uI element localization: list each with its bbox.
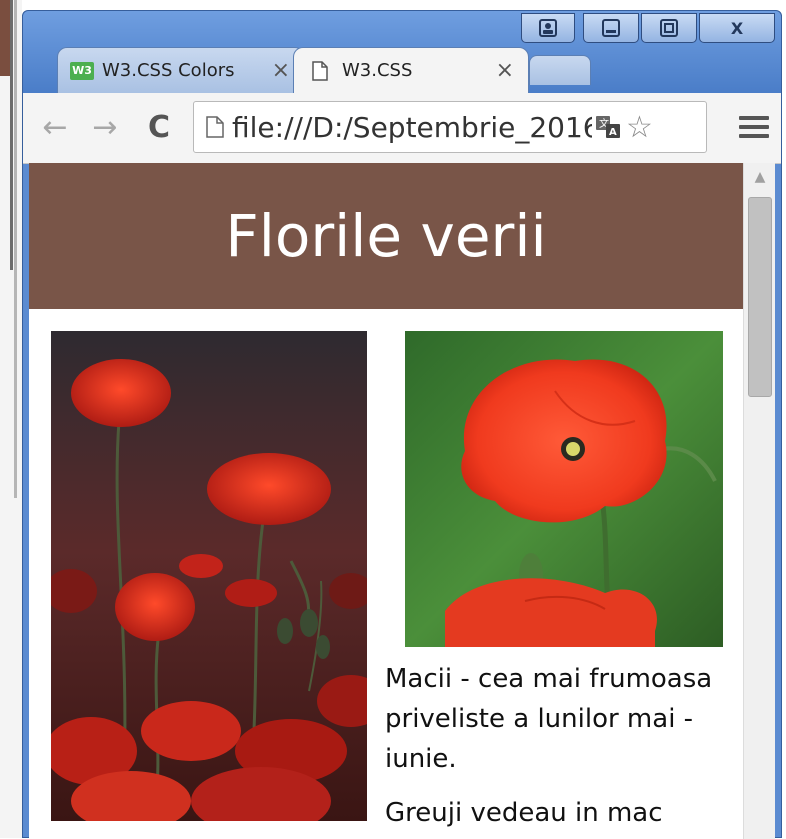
close-window-button[interactable]: X <box>699 13 775 43</box>
poppies-field-image <box>51 331 367 821</box>
menu-icon-bar <box>739 116 769 120</box>
page-title: Florile verii <box>225 202 547 270</box>
address-bar[interactable]: file:///D:/Septembrie_2016/w3css_flori.h… <box>193 101 707 153</box>
minimize-button[interactable] <box>583 13 639 43</box>
menu-icon-bar <box>739 125 769 129</box>
browser-toolbar: ← → C file:///D:/Septembrie_2016/w3css_f… <box>23 93 781 164</box>
window-controls: X <box>521 13 775 43</box>
desktop-divider <box>14 0 17 498</box>
caption-text: Macii - cea mai frumoasa priveliste a lu… <box>385 664 713 774</box>
arrow-left-icon: ← <box>42 109 68 145</box>
menu-button[interactable] <box>739 107 769 147</box>
minimize-icon <box>602 19 620 37</box>
menu-icon-bar <box>739 134 769 138</box>
tab-label: W3.CSS <box>342 60 413 81</box>
url-text[interactable]: file:///D:/Septembrie_2016/w3css_flori.h… <box>232 111 592 144</box>
tab-w3css-colors[interactable]: W3 W3.CSS Colors × <box>57 47 305 93</box>
forward-button[interactable]: → <box>85 107 125 147</box>
tab-label: W3.CSS Colors <box>102 60 235 81</box>
scroll-thumb[interactable] <box>748 197 772 397</box>
tab-close-icon[interactable]: × <box>272 58 290 83</box>
tab-w3css[interactable]: W3.CSS × <box>293 47 529 93</box>
browser-window: X W3 W3.CSS Colors × W3.CSS × ← → C file… <box>22 10 782 839</box>
caption-text-partial: Greuji vedeau in mac <box>385 798 663 828</box>
desktop-window-edge <box>0 0 10 76</box>
close-icon: X <box>730 18 744 38</box>
flower-caption: Macii - cea mai frumoasa priveliste a lu… <box>385 659 725 839</box>
document-icon <box>206 116 224 138</box>
reload-button[interactable]: C <box>139 107 179 147</box>
document-icon <box>312 60 328 81</box>
page-header: Florile verii <box>29 163 743 309</box>
page-viewport: Florile verii Macii - cea mai frumoasa p… <box>29 163 775 839</box>
person-icon <box>539 19 557 37</box>
translate-icon[interactable]: 文 A <box>594 113 622 141</box>
back-button[interactable]: ← <box>35 107 75 147</box>
poppy-closeup-image <box>405 331 723 647</box>
w3-favicon-icon: W3 <box>70 61 94 80</box>
reload-icon: C <box>147 109 171 145</box>
scroll-up-arrow-icon[interactable]: ▲ <box>744 163 775 191</box>
profile-button[interactable] <box>521 13 575 43</box>
maximize-icon <box>660 19 678 37</box>
vertical-scrollbar[interactable]: ▲ <box>743 163 775 839</box>
new-tab-button[interactable] <box>529 55 591 85</box>
tab-close-icon[interactable]: × <box>496 58 514 83</box>
svg-text:A: A <box>609 127 617 138</box>
bookmark-star-icon[interactable]: ☆ <box>626 110 653 145</box>
desktop-divider <box>10 0 13 270</box>
arrow-right-icon: → <box>92 109 118 145</box>
maximize-button[interactable] <box>641 13 697 43</box>
